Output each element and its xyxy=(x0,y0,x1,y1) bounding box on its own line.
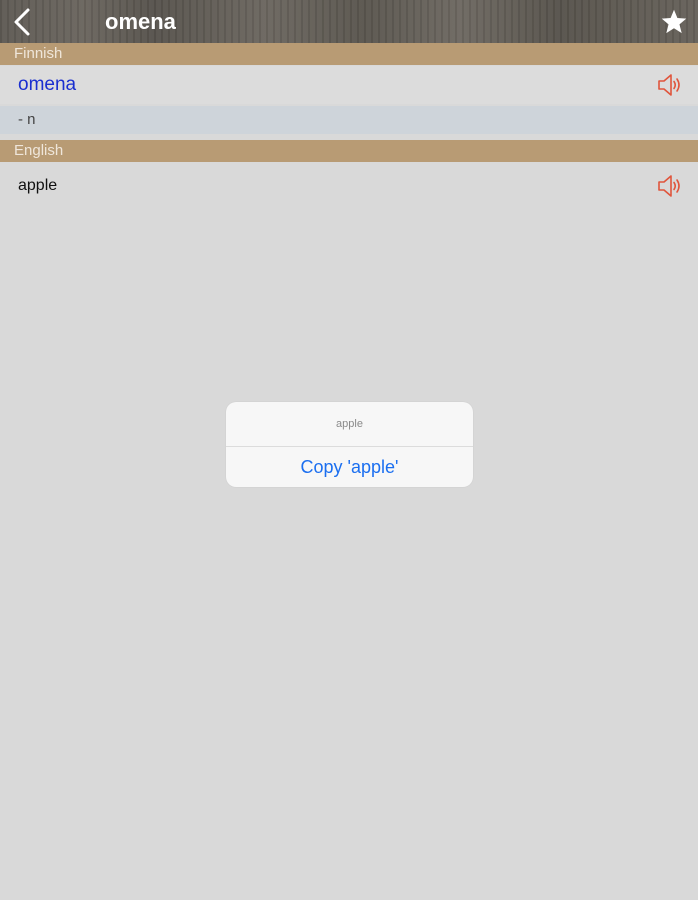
favorite-button[interactable] xyxy=(660,8,688,36)
english-word-row[interactable]: apple xyxy=(0,166,698,206)
chevron-left-icon xyxy=(14,8,30,36)
english-speaker-button[interactable] xyxy=(656,172,684,200)
english-word: apple xyxy=(18,177,58,194)
section-header-finnish: Finnish xyxy=(0,43,698,65)
back-button[interactable] xyxy=(8,6,38,38)
star-icon xyxy=(661,9,687,34)
finnish-word-row[interactable]: omena xyxy=(0,66,698,104)
copy-button[interactable]: Copy 'apple' xyxy=(226,447,473,487)
navigation-bar: omena xyxy=(0,0,698,44)
section-header-english: English xyxy=(0,140,698,162)
speaker-icon xyxy=(658,74,680,96)
page-title: omena xyxy=(105,9,176,34)
finnish-speaker-button[interactable] xyxy=(656,71,684,99)
speaker-icon xyxy=(658,175,680,197)
grammar-row: - n xyxy=(0,106,698,134)
app-screen: omena Finnish omena - n English apple ap… xyxy=(0,0,698,900)
finnish-word: omena xyxy=(18,74,77,95)
copy-alert: apple Copy 'apple' xyxy=(226,402,473,487)
alert-title: apple xyxy=(336,418,363,430)
